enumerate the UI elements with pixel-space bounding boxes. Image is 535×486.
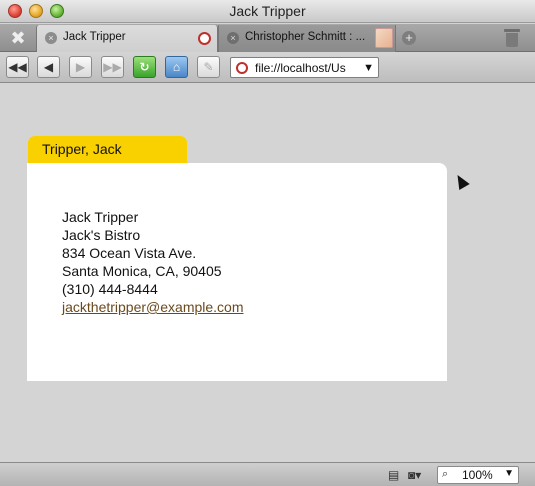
contact-card-tab: Tripper, Jack bbox=[28, 136, 187, 164]
camera-icon[interactable]: ◙▾ bbox=[408, 468, 421, 482]
title-bar: Jack Tripper bbox=[0, 0, 535, 23]
vcard: Jack Tripper Jack's Bistro 834 Ocean Vis… bbox=[62, 208, 244, 316]
tab-jack-tripper[interactable]: × Jack Tripper bbox=[36, 25, 218, 52]
new-tab-icon[interactable]: + bbox=[402, 31, 416, 45]
tab-label: Jack Tripper bbox=[63, 31, 126, 43]
contact-locality: Santa Monica, CA, 90405 bbox=[62, 263, 222, 279]
contact-email-link[interactable]: jackthetripper@example.com bbox=[62, 298, 244, 316]
fast-forward-icon[interactable]: ▶▶ bbox=[101, 56, 124, 78]
contact-phone: (310) 444-8444 bbox=[62, 281, 158, 297]
forward-icon[interactable]: ▶ bbox=[69, 56, 92, 78]
contact-organization: Jack's Bistro bbox=[62, 227, 141, 243]
rewind-icon[interactable]: ◀◀ bbox=[6, 56, 29, 78]
favicon-icon bbox=[375, 28, 393, 48]
magnifier-icon: ⌕ bbox=[442, 468, 449, 480]
window-title: Jack Tripper bbox=[229, 3, 306, 19]
chevron-down-icon[interactable]: ▼ bbox=[504, 468, 514, 479]
chevron-down-icon[interactable]: ▼ bbox=[363, 62, 374, 74]
tab-christopher-schmitt[interactable]: × Christopher Schmitt : ... bbox=[218, 25, 396, 52]
zoom-select[interactable]: ⌕ 100% ▼ bbox=[437, 466, 519, 484]
plugin-icon[interactable]: ▤ bbox=[388, 468, 399, 482]
tab-label: Christopher Schmitt : ... bbox=[245, 31, 366, 43]
contact-card-heading: Tripper, Jack bbox=[42, 141, 122, 157]
home-icon[interactable]: ⌂ bbox=[165, 56, 188, 78]
contact-street: 834 Ocean Vista Ave. bbox=[62, 245, 197, 261]
nav-toolbar: ◀◀ ◀ ▶ ▶▶ ↻ ⌂ ✎ file://localhost/Us ▼ bbox=[0, 53, 535, 83]
address-text: file://localhost/Us bbox=[255, 61, 346, 75]
zoom-value: 100% bbox=[462, 468, 493, 482]
trash-icon[interactable] bbox=[504, 29, 520, 47]
tab-close-icon[interactable]: × bbox=[45, 32, 57, 44]
favicon-icon bbox=[198, 32, 211, 45]
tab-bar: ✖ × Jack Tripper × Christopher Schmitt :… bbox=[0, 24, 535, 52]
contact-card: Jack Tripper Jack's Bistro 834 Ocean Vis… bbox=[27, 163, 447, 381]
status-bar: ▤ ◙▾ ⌕ 100% ▼ bbox=[0, 462, 535, 486]
pencil-icon[interactable]: ✎ bbox=[197, 56, 220, 78]
tab-close-icon[interactable]: × bbox=[227, 32, 239, 44]
mouse-cursor-icon bbox=[452, 171, 470, 191]
reload-icon[interactable]: ↻ bbox=[133, 56, 156, 78]
site-icon bbox=[236, 62, 248, 74]
back-icon[interactable]: ◀ bbox=[37, 56, 60, 78]
contact-name: Jack Tripper bbox=[62, 209, 139, 225]
tools-icon[interactable]: ✖ bbox=[4, 26, 32, 50]
address-bar[interactable]: file://localhost/Us ▼ bbox=[230, 57, 379, 78]
